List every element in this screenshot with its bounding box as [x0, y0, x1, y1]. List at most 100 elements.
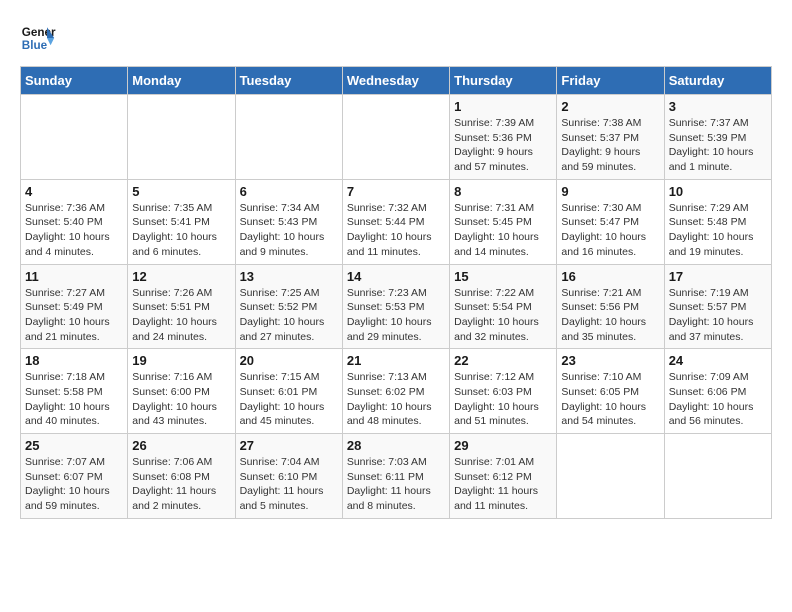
day-number: 17: [669, 269, 767, 284]
day-info: Sunrise: 7:34 AM Sunset: 5:43 PM Dayligh…: [240, 201, 338, 260]
calendar-cell: 28 Sunrise: 7:03 AM Sunset: 6:11 PM Dayli…: [342, 434, 449, 519]
calendar-cell: 6 Sunrise: 7:34 AM Sunset: 5:43 PM Daylig…: [235, 179, 342, 264]
svg-text:Blue: Blue: [22, 39, 48, 52]
day-info: Sunrise: 7:21 AM Sunset: 5:56 PM Dayligh…: [561, 286, 659, 345]
weekday-header-wednesday: Wednesday: [342, 67, 449, 95]
day-info: Sunrise: 7:16 AM Sunset: 6:00 PM Dayligh…: [132, 370, 230, 429]
calendar-week-5: 25 Sunrise: 7:07 AM Sunset: 6:07 PM Dayli…: [21, 434, 772, 519]
logo: General Blue: [20, 20, 56, 56]
calendar-week-2: 4 Sunrise: 7:36 AM Sunset: 5:40 PM Daylig…: [21, 179, 772, 264]
day-info: Sunrise: 7:03 AM Sunset: 6:11 PM Dayligh…: [347, 455, 445, 514]
calendar-cell: 12 Sunrise: 7:26 AM Sunset: 5:51 PM Dayli…: [128, 264, 235, 349]
day-number: 1: [454, 99, 552, 114]
day-number: 14: [347, 269, 445, 284]
day-number: 25: [25, 438, 123, 453]
calendar-cell: 29 Sunrise: 7:01 AM Sunset: 6:12 PM Dayli…: [450, 434, 557, 519]
day-info: Sunrise: 7:07 AM Sunset: 6:07 PM Dayligh…: [25, 455, 123, 514]
calendar-cell: 2Sunrise: 7:38 AM Sunset: 5:37 PM Daylig…: [557, 95, 664, 180]
day-number: 29: [454, 438, 552, 453]
calendar-week-3: 11Sunrise: 7:27 AM Sunset: 5:49 PM Dayli…: [21, 264, 772, 349]
calendar-cell: 5 Sunrise: 7:35 AM Sunset: 5:41 PM Daylig…: [128, 179, 235, 264]
calendar-cell: 1Sunrise: 7:39 AM Sunset: 5:36 PM Daylig…: [450, 95, 557, 180]
weekday-header-thursday: Thursday: [450, 67, 557, 95]
day-info: Sunrise: 7:22 AM Sunset: 5:54 PM Dayligh…: [454, 286, 552, 345]
day-number: 12: [132, 269, 230, 284]
day-number: 4: [25, 184, 123, 199]
calendar-cell: 25 Sunrise: 7:07 AM Sunset: 6:07 PM Dayli…: [21, 434, 128, 519]
calendar-cell: 14 Sunrise: 7:23 AM Sunset: 5:53 PM Dayli…: [342, 264, 449, 349]
day-info: Sunrise: 7:36 AM Sunset: 5:40 PM Dayligh…: [25, 201, 123, 260]
day-info: Sunrise: 7:38 AM Sunset: 5:37 PM Dayligh…: [561, 116, 659, 175]
header: General Blue: [20, 20, 772, 56]
calendar-cell: 20 Sunrise: 7:15 AM Sunset: 6:01 PM Dayli…: [235, 349, 342, 434]
weekday-header-friday: Friday: [557, 67, 664, 95]
day-number: 13: [240, 269, 338, 284]
day-info: Sunrise: 7:13 AM Sunset: 6:02 PM Dayligh…: [347, 370, 445, 429]
day-number: 22: [454, 353, 552, 368]
day-info: Sunrise: 7:26 AM Sunset: 5:51 PM Dayligh…: [132, 286, 230, 345]
calendar-cell: 10 Sunrise: 7:29 AM Sunset: 5:48 PM Dayli…: [664, 179, 771, 264]
day-number: 5: [132, 184, 230, 199]
day-info: Sunrise: 7:32 AM Sunset: 5:44 PM Dayligh…: [347, 201, 445, 260]
calendar-cell: [235, 95, 342, 180]
calendar-cell: 24Sunrise: 7:09 AM Sunset: 6:06 PM Dayli…: [664, 349, 771, 434]
day-number: 21: [347, 353, 445, 368]
calendar-cell: 16Sunrise: 7:21 AM Sunset: 5:56 PM Dayli…: [557, 264, 664, 349]
calendar-week-4: 18 Sunrise: 7:18 AM Sunset: 5:58 PM Dayli…: [21, 349, 772, 434]
day-info: Sunrise: 7:18 AM Sunset: 5:58 PM Dayligh…: [25, 370, 123, 429]
day-number: 23: [561, 353, 659, 368]
calendar-cell: 27 Sunrise: 7:04 AM Sunset: 6:10 PM Dayli…: [235, 434, 342, 519]
calendar-cell: [128, 95, 235, 180]
day-number: 9: [561, 184, 659, 199]
day-info: Sunrise: 7:25 AM Sunset: 5:52 PM Dayligh…: [240, 286, 338, 345]
calendar-cell: [342, 95, 449, 180]
day-info: Sunrise: 7:23 AM Sunset: 5:53 PM Dayligh…: [347, 286, 445, 345]
calendar-week-1: 1Sunrise: 7:39 AM Sunset: 5:36 PM Daylig…: [21, 95, 772, 180]
calendar-cell: 18 Sunrise: 7:18 AM Sunset: 5:58 PM Dayli…: [21, 349, 128, 434]
day-info: Sunrise: 7:35 AM Sunset: 5:41 PM Dayligh…: [132, 201, 230, 260]
day-number: 11: [25, 269, 123, 284]
day-number: 27: [240, 438, 338, 453]
day-info: Sunrise: 7:09 AM Sunset: 6:06 PM Dayligh…: [669, 370, 767, 429]
day-info: Sunrise: 7:30 AM Sunset: 5:47 PM Dayligh…: [561, 201, 659, 260]
weekday-header-tuesday: Tuesday: [235, 67, 342, 95]
day-info: Sunrise: 7:31 AM Sunset: 5:45 PM Dayligh…: [454, 201, 552, 260]
calendar-cell: 7 Sunrise: 7:32 AM Sunset: 5:44 PM Daylig…: [342, 179, 449, 264]
weekday-header-row: SundayMondayTuesdayWednesdayThursdayFrid…: [21, 67, 772, 95]
calendar-cell: 23 Sunrise: 7:10 AM Sunset: 6:05 PM Dayli…: [557, 349, 664, 434]
day-number: 10: [669, 184, 767, 199]
day-number: 7: [347, 184, 445, 199]
day-number: 8: [454, 184, 552, 199]
day-info: Sunrise: 7:06 AM Sunset: 6:08 PM Dayligh…: [132, 455, 230, 514]
day-info: Sunrise: 7:12 AM Sunset: 6:03 PM Dayligh…: [454, 370, 552, 429]
calendar-cell: 13 Sunrise: 7:25 AM Sunset: 5:52 PM Dayli…: [235, 264, 342, 349]
day-info: Sunrise: 7:15 AM Sunset: 6:01 PM Dayligh…: [240, 370, 338, 429]
day-info: Sunrise: 7:10 AM Sunset: 6:05 PM Dayligh…: [561, 370, 659, 429]
day-info: Sunrise: 7:29 AM Sunset: 5:48 PM Dayligh…: [669, 201, 767, 260]
day-number: 19: [132, 353, 230, 368]
day-number: 6: [240, 184, 338, 199]
calendar-cell: [557, 434, 664, 519]
calendar-cell: 21 Sunrise: 7:13 AM Sunset: 6:02 PM Dayli…: [342, 349, 449, 434]
day-info: Sunrise: 7:01 AM Sunset: 6:12 PM Dayligh…: [454, 455, 552, 514]
calendar: SundayMondayTuesdayWednesdayThursdayFrid…: [20, 66, 772, 519]
weekday-header-sunday: Sunday: [21, 67, 128, 95]
day-number: 15: [454, 269, 552, 284]
calendar-cell: 9 Sunrise: 7:30 AM Sunset: 5:47 PM Daylig…: [557, 179, 664, 264]
calendar-cell: 15 Sunrise: 7:22 AM Sunset: 5:54 PM Dayli…: [450, 264, 557, 349]
calendar-cell: 22 Sunrise: 7:12 AM Sunset: 6:03 PM Dayli…: [450, 349, 557, 434]
day-info: Sunrise: 7:19 AM Sunset: 5:57 PM Dayligh…: [669, 286, 767, 345]
day-number: 18: [25, 353, 123, 368]
day-info: Sunrise: 7:04 AM Sunset: 6:10 PM Dayligh…: [240, 455, 338, 514]
calendar-cell: 17 Sunrise: 7:19 AM Sunset: 5:57 PM Dayli…: [664, 264, 771, 349]
logo-icon: General Blue: [20, 20, 56, 56]
day-number: 28: [347, 438, 445, 453]
calendar-cell: [21, 95, 128, 180]
day-number: 26: [132, 438, 230, 453]
day-info: Sunrise: 7:37 AM Sunset: 5:39 PM Dayligh…: [669, 116, 767, 175]
calendar-cell: 11Sunrise: 7:27 AM Sunset: 5:49 PM Dayli…: [21, 264, 128, 349]
calendar-cell: 8 Sunrise: 7:31 AM Sunset: 5:45 PM Daylig…: [450, 179, 557, 264]
calendar-cell: [664, 434, 771, 519]
calendar-cell: 4 Sunrise: 7:36 AM Sunset: 5:40 PM Daylig…: [21, 179, 128, 264]
day-number: 20: [240, 353, 338, 368]
